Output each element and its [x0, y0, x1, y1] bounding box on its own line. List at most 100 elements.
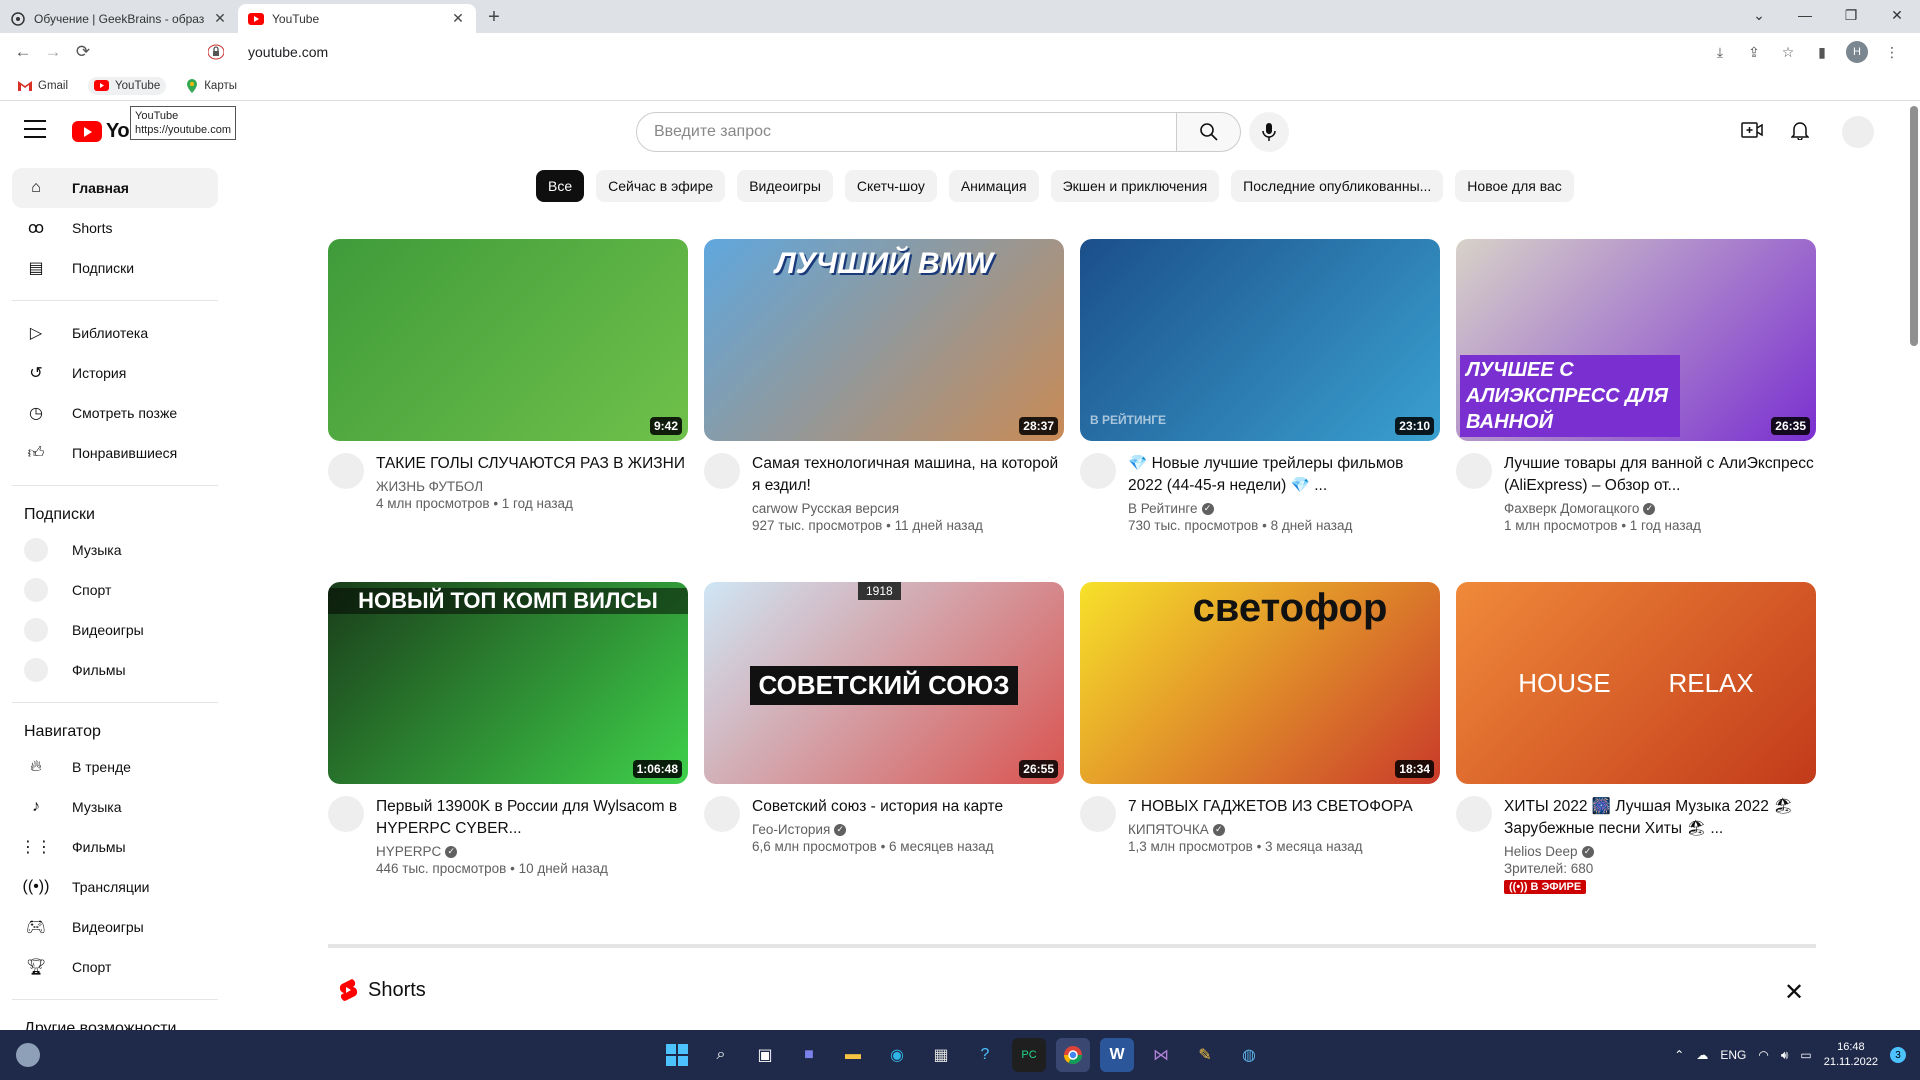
video-thumbnail[interactable]: ЛУЧШИЙ BMW 28:37	[704, 239, 1064, 441]
sidebar-item-sub-films[interactable]: Фильмы	[12, 650, 218, 690]
chevron-down-icon[interactable]: ⌄	[1736, 0, 1782, 30]
search-button[interactable]	[1177, 112, 1241, 152]
create-video-button[interactable]	[1740, 118, 1764, 142]
profile-avatar[interactable]: Н	[1846, 41, 1868, 63]
channel-avatar[interactable]	[328, 796, 364, 832]
video-title[interactable]: Советский союз - история на карте	[752, 796, 1064, 818]
chip-recent[interactable]: Последние опубликованны...	[1231, 170, 1444, 202]
teams-icon[interactable]: ■	[792, 1038, 826, 1072]
notifications-button[interactable]	[1788, 118, 1812, 142]
battery-icon[interactable]: ▭	[1800, 1048, 1811, 1062]
chip-new-for-you[interactable]: Новое для вас	[1455, 170, 1574, 202]
sidebar-item-library[interactable]: ▷ Библиотека	[12, 313, 218, 353]
reload-button[interactable]: ⟳	[68, 37, 98, 67]
channel-name[interactable]: Helios Deep	[1504, 844, 1578, 859]
sidebar-item-watch-later[interactable]: ◷ Смотреть позже	[12, 393, 218, 433]
store-icon[interactable]: ▦	[924, 1038, 958, 1072]
chip-live-now[interactable]: Сейчас в эфире	[596, 170, 726, 202]
clock[interactable]: 16:48 21.11.2022	[1824, 1040, 1878, 1070]
sidebar-item-sub-gaming[interactable]: Видеоигры	[12, 610, 218, 650]
chip-all[interactable]: Все	[536, 170, 585, 202]
video-card[interactable]: HOUSE RELAX ХИТЫ 2022 🎆 Лучшая Музыка 20…	[1456, 582, 1816, 925]
menu-dots-icon[interactable]: ⋮	[1882, 42, 1902, 62]
search-input[interactable]: Введите запрос	[636, 112, 1177, 152]
star-icon[interactable]: ☆	[1778, 42, 1798, 62]
chip-gaming[interactable]: Видеоигры	[737, 170, 833, 202]
video-thumbnail[interactable]: светофор 18:34	[1080, 582, 1440, 784]
search-icon[interactable]: ⌕	[704, 1038, 738, 1072]
notes-icon[interactable]: ✎	[1188, 1038, 1222, 1072]
video-title[interactable]: ТАКИЕ ГОЛЫ СЛУЧАЮТСЯ РАЗ В ЖИЗНИ	[376, 453, 688, 475]
channel-avatar[interactable]	[1080, 453, 1116, 489]
install-icon[interactable]: ⤓	[1710, 42, 1730, 62]
edge-icon[interactable]: ◉	[880, 1038, 914, 1072]
pycharm-icon[interactable]: PC	[1012, 1038, 1046, 1072]
cloud-icon[interactable]: ☁	[1696, 1048, 1708, 1062]
video-thumbnail[interactable]: 9:42	[328, 239, 688, 441]
close-shorts-button[interactable]: ✕	[1784, 978, 1804, 1007]
bookmark-maps[interactable]: Карты	[180, 76, 243, 96]
channel-name[interactable]: Гео-История	[752, 822, 830, 837]
video-card[interactable]: 9:42 ТАКИЕ ГОЛЫ СЛУЧАЮТСЯ РАЗ В ЖИЗНИ ЖИ…	[328, 239, 688, 582]
tab-youtube[interactable]: YouTube ✕	[238, 4, 476, 33]
sidebar-item-gaming[interactable]: 🎮︎ Видеоигры	[12, 907, 218, 947]
account-avatar[interactable]	[1842, 116, 1874, 148]
lock-icon[interactable]	[208, 44, 224, 60]
sidebar-item-history[interactable]: ↺ История	[12, 353, 218, 393]
video-title[interactable]: ХИТЫ 2022 🎆 Лучшая Музыка 2022 🏖 Зарубеж…	[1504, 796, 1816, 840]
sidebar-item-films[interactable]: ⋮⋮ Фильмы	[12, 827, 218, 867]
voice-search-button[interactable]	[1249, 112, 1289, 152]
channel-name[interactable]: ЖИЗНЬ ФУТБОЛ	[376, 479, 483, 494]
video-thumbnail[interactable]: НОВЫЙ ТОП КОМП ВИЛСЫ 1:06:48	[328, 582, 688, 784]
sidebar-item-trending[interactable]: 🔥︎ В тренде	[12, 747, 218, 787]
sidebar-item-subscriptions[interactable]: ▤ Подписки	[12, 248, 218, 288]
channel-avatar[interactable]	[704, 453, 740, 489]
tab-geekbrains[interactable]: Обучение | GeekBrains - образо ✕	[0, 4, 238, 33]
video-thumbnail[interactable]: HOUSE RELAX	[1456, 582, 1816, 784]
chip-animation[interactable]: Анимация	[948, 170, 1039, 202]
chrome-icon[interactable]	[1056, 1038, 1090, 1072]
sidebar-item-sub-music[interactable]: Музыка	[12, 530, 218, 570]
channel-name[interactable]: carwow Русская версия	[752, 501, 899, 516]
wifi-icon[interactable]: ◠	[1758, 1048, 1768, 1062]
channel-avatar[interactable]	[328, 453, 364, 489]
side-panel-icon[interactable]: ▮	[1812, 42, 1832, 62]
word-icon[interactable]: W	[1100, 1038, 1134, 1072]
channel-name[interactable]: Фахверк Домогацкого	[1504, 501, 1639, 516]
chip-action[interactable]: Экшен и приключения	[1050, 170, 1220, 202]
close-tab-icon[interactable]: ✕	[212, 10, 228, 27]
start-icon[interactable]	[660, 1038, 694, 1072]
bookmark-gmail[interactable]: Gmail	[12, 77, 74, 95]
share-icon[interactable]: ⇪	[1744, 42, 1764, 62]
channel-name[interactable]: В Рейтинге	[1128, 501, 1198, 516]
close-tab-icon[interactable]: ✕	[450, 10, 466, 27]
notification-badge[interactable]: 3	[1890, 1047, 1906, 1063]
weather-icon[interactable]	[16, 1043, 40, 1067]
menu-icon[interactable]	[24, 120, 46, 138]
video-card[interactable]: ЛУЧШИЙ BMW 28:37 Самая технологичная маши…	[704, 239, 1064, 582]
channel-avatar[interactable]	[704, 796, 740, 832]
file-explorer-icon[interactable]: ▬	[836, 1038, 870, 1072]
channel-avatar[interactable]	[1456, 453, 1492, 489]
video-thumbnail[interactable]: СОВЕТСКИЙ СОЮЗ 1918 26:55	[704, 582, 1064, 784]
chevron-up-icon[interactable]: ⌃	[1674, 1048, 1684, 1062]
channel-name[interactable]: КИПЯТОЧКА	[1128, 822, 1209, 837]
sidebar-item-home[interactable]: ⌂ Главная	[12, 168, 218, 208]
volume-icon[interactable]: 🔊︎	[1781, 1048, 1789, 1063]
channel-avatar[interactable]	[1456, 796, 1492, 832]
sidebar-item-liked[interactable]: 👍︎ Понравившиеся	[12, 433, 218, 473]
chip-sketch[interactable]: Скетч-шоу	[844, 170, 937, 202]
channel-name[interactable]: HYPERPC	[376, 844, 441, 859]
video-card[interactable]: В РЕЙТИНГЕ 23:10 💎 Новые лучшие трейлеры …	[1080, 239, 1440, 582]
video-thumbnail[interactable]: В РЕЙТИНГЕ 23:10	[1080, 239, 1440, 441]
new-tab-button[interactable]: +	[480, 3, 508, 31]
page-scrollbar[interactable]	[1910, 106, 1918, 346]
video-title[interactable]: 💎 Новые лучшие трейлеры фильмов 2022 (44…	[1128, 453, 1440, 497]
forward-button[interactable]: →	[38, 37, 68, 67]
video-card[interactable]: ЛУЧШЕЕ С АЛИЭКСПРЕСС ДЛЯ ВАННОЙ 26:35 Луч…	[1456, 239, 1816, 582]
video-title[interactable]: Лучшие товары для ванной с АлиЭкспресс (…	[1504, 453, 1816, 497]
sidebar-item-sport[interactable]: 🏆︎ Спорт	[12, 947, 218, 987]
sidebar-item-music[interactable]: ♪ Музыка	[12, 787, 218, 827]
back-button[interactable]: ←	[8, 37, 38, 67]
address-bar[interactable]: youtube.com	[108, 37, 1710, 67]
